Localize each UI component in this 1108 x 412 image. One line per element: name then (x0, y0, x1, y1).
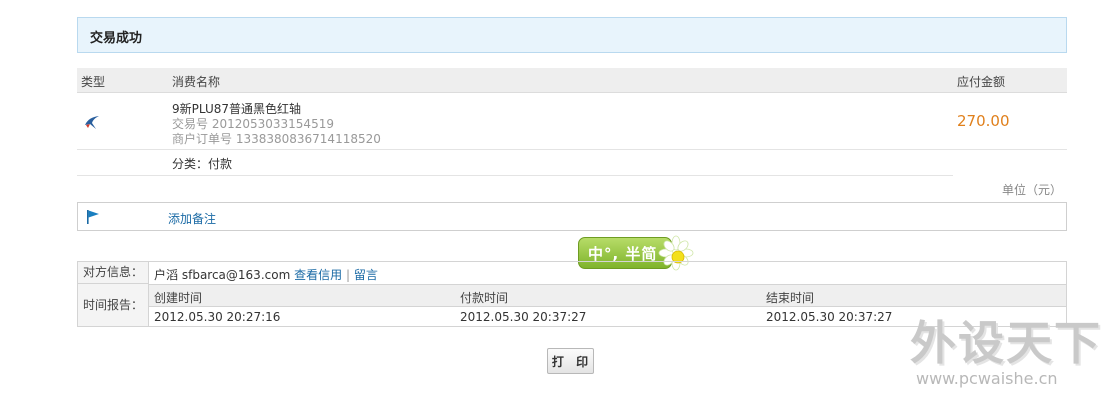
finished-time-value: 2012.05.30 20:37:27 (766, 310, 893, 324)
print-button[interactable]: 打 印 (547, 348, 594, 374)
category-label: 分类：付款 (172, 157, 233, 171)
swallow-icon (85, 116, 99, 129)
time-report-label: 时间报告： (78, 284, 148, 326)
party-info: 户滔 sfbarca@163.com 查看信用 | 留言 (154, 266, 378, 283)
time-header-row: 创建时间 付款时间 结束时间 (149, 284, 1066, 307)
paid-time-value: 2012.05.30 20:37:27 (460, 310, 587, 324)
paid-time-header: 付款时间 (460, 291, 509, 305)
view-credit-link[interactable]: 查看信用 (294, 268, 342, 282)
success-banner: 交易成功 (77, 17, 1067, 53)
unit-label: 单位（元） (1002, 183, 1063, 197)
success-title: 交易成功 (90, 31, 143, 46)
table-row: 9新PLU87普通黑色红轴 交易号 2012053033154519 商户订单号… (77, 93, 1067, 150)
party-name: 户滔 (154, 268, 179, 282)
col-type-header: 类型 (81, 75, 106, 89)
add-remark-link[interactable]: 添加备注 (168, 210, 216, 227)
created-time-value: 2012.05.30 20:27:16 (154, 310, 281, 324)
merchant-order-number: 商户订单号 1338380836714118520 (172, 132, 381, 146)
finished-time-header: 结束时间 (766, 291, 815, 305)
leave-message-link[interactable]: 留言 (354, 268, 378, 282)
flag-icon (87, 210, 99, 224)
watermark-brand: 外设天下 (910, 316, 1102, 370)
watermark-url: www.pcwaishe.cn (916, 369, 1058, 388)
remark-box: 添加备注 (77, 202, 1067, 231)
table-header: 类型 消费名称 应付金额 (77, 68, 1067, 93)
link-separator: | (345, 268, 350, 282)
col-name-header: 消费名称 (172, 75, 221, 89)
created-time-header: 创建时间 (154, 291, 203, 305)
party-email: sfbarca@163.com (181, 268, 291, 282)
party-info-label: 对方信息： (78, 262, 148, 284)
col-amount-header: 应付金额 (957, 75, 1006, 89)
category-row: 分类：付款 (77, 150, 953, 176)
amount-value: 270.00 (957, 112, 1010, 130)
